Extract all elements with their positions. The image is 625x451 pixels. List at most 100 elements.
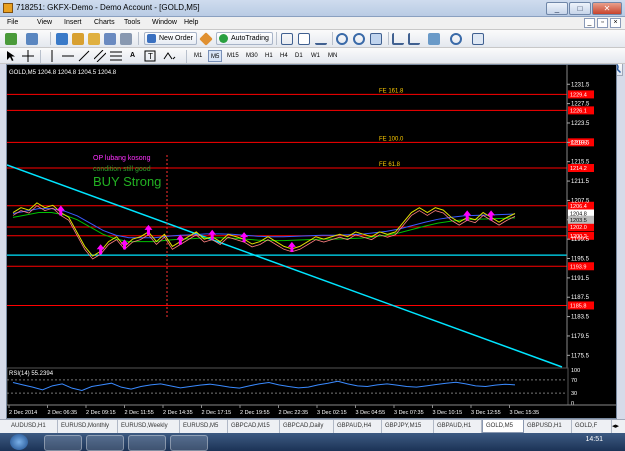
period-h1[interactable]: H1 [263, 50, 275, 62]
red-level-label: 1185.8 [570, 303, 586, 309]
fibonacci-icon[interactable] [110, 50, 122, 62]
time-tick-label: 2 Dec 22:35 [279, 410, 309, 416]
price-tick-label: 1195.5 [571, 257, 590, 263]
tab-gold-f[interactable]: GOLD,F [572, 420, 612, 433]
fe-level-label: FE 161.8 [379, 88, 404, 94]
close-button[interactable]: ✕ [592, 2, 622, 15]
text-label-icon[interactable]: T [144, 50, 156, 62]
menu-help[interactable]: Help [184, 19, 198, 26]
price-tick-label: 1215.5 [571, 160, 590, 166]
vertical-line-icon[interactable] [46, 50, 58, 62]
data-window-icon[interactable] [72, 33, 84, 45]
time-tick-label: 2 Dec 11:55 [125, 410, 154, 416]
maximize-button[interactable]: □ [569, 2, 591, 15]
taskbar-clock: 14:51 [585, 436, 603, 443]
menu-view[interactable]: View [37, 19, 52, 26]
terminal-icon[interactable] [104, 33, 116, 45]
menu-file[interactable]: File [7, 19, 18, 26]
period-m1[interactable]: M1 [192, 50, 204, 62]
period-mn[interactable]: MN [326, 50, 339, 62]
market-watch-icon[interactable] [56, 33, 68, 45]
tab-gbpaud-h1[interactable]: GBPAUD,H1 [434, 420, 482, 433]
price-tick-label: 1187.5 [571, 295, 590, 301]
mdi-restore-button[interactable]: ▫ [597, 18, 608, 28]
navigator-icon[interactable] [88, 33, 100, 45]
time-tick-label: 2 Dec 14:35 [163, 410, 193, 416]
tab-gbpjpy-m15[interactable]: GBPJPY,M15 [382, 420, 434, 433]
text-tool-icon[interactable]: A [130, 49, 135, 63]
cursor-icon[interactable] [5, 50, 17, 62]
period-w1[interactable]: W1 [309, 50, 322, 62]
auto-scroll-icon[interactable] [392, 33, 404, 45]
price-tick-label: 1223.5 [571, 121, 590, 127]
new-order-button[interactable]: New Order [144, 32, 197, 45]
period-m30[interactable]: M30 [244, 50, 260, 62]
app-icon [3, 3, 13, 13]
tab-gbpaud-h4[interactable]: GBPAUD,H4 [334, 420, 382, 433]
price-tick-label: 1175.5 [571, 353, 590, 359]
menu-tools[interactable]: Tools [124, 19, 140, 26]
line-chart-icon[interactable] [315, 33, 327, 45]
tab-gbpcad-m15[interactable]: GBPCAD,M15 [228, 420, 280, 433]
start-button[interactable] [10, 434, 28, 450]
candlestick-icon[interactable] [298, 33, 310, 45]
time-tick-label: 3 Dec 07:35 [394, 410, 424, 416]
period-h4[interactable]: H4 [278, 50, 290, 62]
arrows-icon[interactable] [162, 50, 176, 62]
bar-chart-icon[interactable] [281, 33, 293, 45]
taskbar-app-3[interactable] [128, 435, 166, 451]
crosshair-icon[interactable] [22, 50, 34, 62]
minimize-button[interactable]: _ [546, 2, 568, 15]
taskbar-app-1[interactable] [44, 435, 82, 451]
tab-audusd-h1[interactable]: AUDUSD,H1 [8, 420, 58, 433]
period-m5[interactable]: M5 [208, 50, 223, 62]
title-bar: 718251: GKFX-Demo - Demo Account - [GOLD… [0, 0, 625, 17]
rsi-tick-label: 100 [571, 368, 580, 374]
tab-gold-m5[interactable]: GOLD,M5 [482, 420, 524, 433]
tab-eurusd-monthly[interactable]: EURUSD,Monthly [58, 420, 118, 433]
chart-shift-icon[interactable] [408, 33, 420, 45]
mdi-close-button[interactable]: × [610, 18, 621, 28]
red-level-label: 1229.4 [570, 92, 587, 98]
fe-level-label: FE 100.0 [379, 136, 404, 142]
zoom-in-icon[interactable] [336, 33, 348, 45]
time-tick-label: 2 Dec 19:55 [240, 410, 270, 416]
taskbar-app-2[interactable] [86, 435, 124, 451]
menu-window[interactable]: Window [152, 19, 177, 26]
period-d1[interactable]: D1 [293, 50, 305, 62]
new-order-label: New Order [159, 35, 193, 42]
profiles-icon[interactable] [26, 33, 38, 45]
mdi-minimize-button[interactable]: _ [584, 18, 595, 28]
tab-scroll-arrows[interactable]: ◂▸ [612, 422, 619, 430]
menu-insert[interactable]: Insert [64, 19, 82, 26]
chart-symbol-header: GOLD,M5 1204.8 1204.8 1204.5 1204.8 [9, 70, 117, 76]
templates-icon[interactable] [472, 33, 484, 45]
chart-window[interactable]: 1229.4 1226.1 1219.5 1214.2 1206.4 1202.0 1200… [6, 64, 617, 419]
period-m15[interactable]: M15 [225, 50, 241, 62]
red-level-label: 1193.9 [570, 264, 586, 270]
autotrading-label: AutoTrading [231, 35, 269, 42]
tab-eurusd-m5[interactable]: EURUSD,M5 [180, 420, 228, 433]
channel-icon[interactable] [94, 50, 106, 62]
horizontal-line-icon[interactable] [62, 50, 74, 62]
new-chart-icon[interactable] [5, 33, 17, 45]
menu-charts[interactable]: Charts [94, 19, 115, 26]
time-tick-label: 2 Dec 2014 [9, 410, 37, 416]
zoom-out-icon[interactable] [353, 33, 365, 45]
price-tick-label: 1199.5 [571, 237, 590, 243]
tab-gbpusd-h1[interactable]: GBPUSD,H1 [524, 420, 572, 433]
time-tick-label: 3 Dec 04:55 [356, 410, 386, 416]
price-tick-label: 1211.5 [571, 179, 590, 185]
price-chart[interactable]: 1229.41226.11219.51214.21206.41202.01200… [7, 65, 616, 418]
trendline-icon[interactable] [78, 50, 90, 62]
rsi-tick-label: 0 [571, 401, 574, 407]
tab-eurusd-weekly[interactable]: EURUSD,Weekly [118, 420, 180, 433]
tab-gbpcad-daily[interactable]: GBPCAD,Daily [280, 420, 334, 433]
strategy-tester-icon[interactable] [120, 33, 132, 45]
periods-icon[interactable] [450, 33, 462, 45]
metaeditor-icon[interactable] [199, 32, 213, 46]
tile-windows-icon[interactable] [370, 33, 382, 45]
autotrading-button[interactable]: AutoTrading [216, 32, 273, 45]
taskbar-app-4[interactable] [170, 435, 208, 451]
indicators-icon[interactable] [428, 33, 440, 45]
